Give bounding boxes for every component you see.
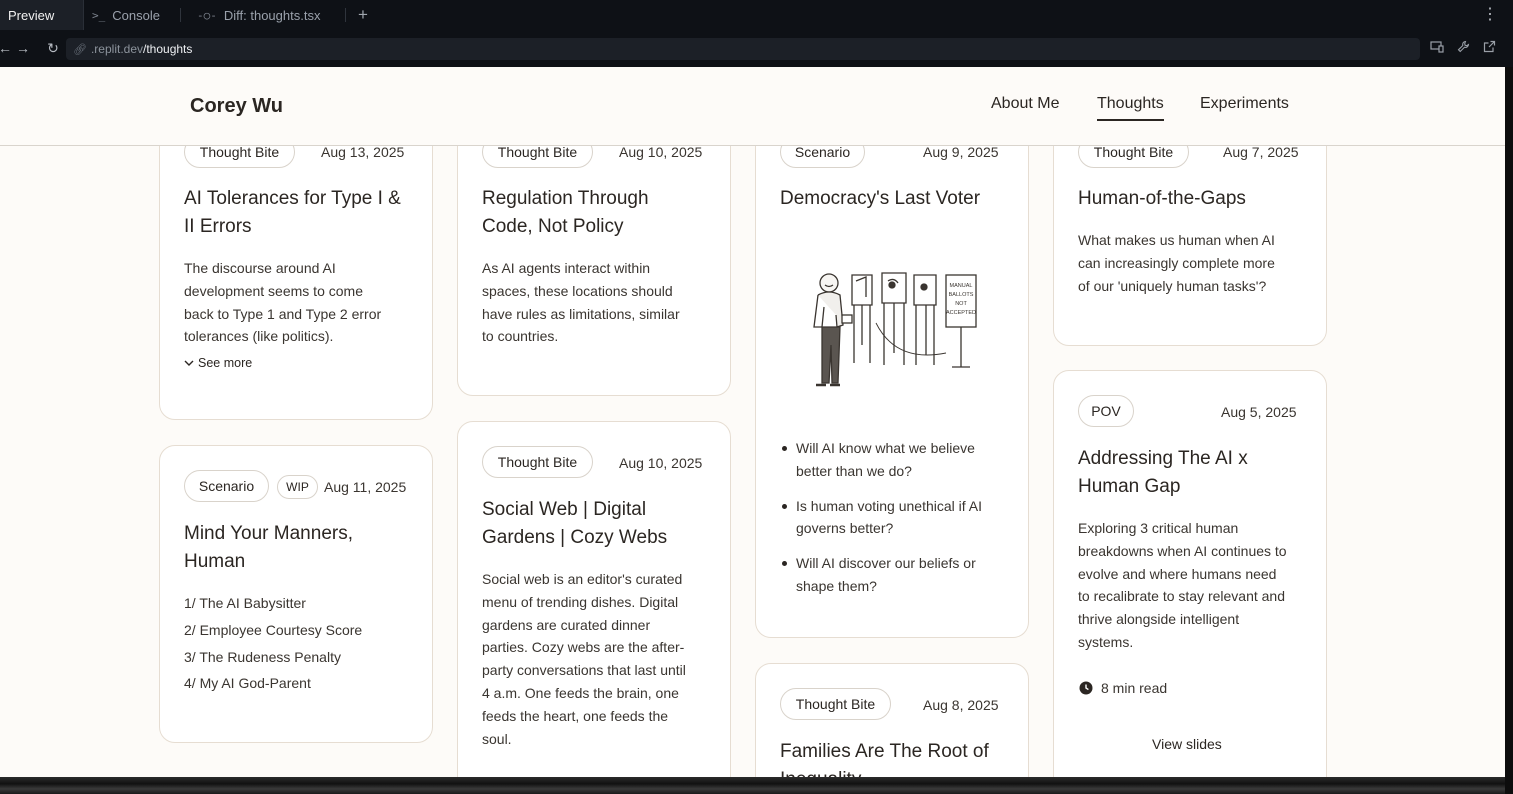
sign-text: MANUAL	[950, 283, 973, 289]
nav-thoughts[interactable]: Thoughts	[1097, 95, 1164, 121]
devices-icon[interactable]	[1429, 40, 1445, 58]
window-edge	[1505, 67, 1513, 794]
category-tag: Thought Bite	[780, 688, 891, 720]
card-title: AI Tolerances for Type I & II Errors	[184, 188, 401, 237]
nav-about-me[interactable]: About Me	[991, 95, 1059, 113]
sign-text: ACCEPTED	[946, 310, 976, 316]
post-date: Aug 10, 2025	[619, 144, 703, 160]
post-date: Aug 7, 2025	[1223, 144, 1299, 160]
ide-tab-bar: Preview >_ Console -○- Diff: thoughts.ts…	[0, 0, 1513, 30]
list-item: 3/ The Rudeness Penalty	[184, 649, 341, 665]
thought-card[interactable]: POV Aug 5, 2025 Addressing The AI x Human…	[1053, 370, 1327, 777]
tab-diff-label: Diff: thoughts.tsx	[223, 7, 321, 23]
tab-console-label: Console	[112, 7, 160, 23]
tab-divider	[180, 8, 181, 22]
list-item: 2/ Employee Courtesy Score	[184, 622, 363, 638]
question-list: Will AI know what we believe better than …	[780, 437, 1020, 610]
post-date: Aug 11, 2025	[324, 479, 407, 495]
voting-illustration: MANUAL BALLOTS NOT ACCEPTED	[813, 272, 977, 387]
card-title: Families Are The Root ofInequality	[780, 741, 989, 777]
card-excerpt: Social web is an editor's curated menu of…	[482, 571, 686, 747]
read-time-label: 8 min read	[1101, 680, 1168, 696]
refresh-icon[interactable]: ↻	[44, 38, 62, 58]
thought-card[interactable]: Scenario WIP Aug 11, 2025 Mind Your Mann…	[159, 445, 433, 743]
tab-diff[interactable]: -○- Diff: thoughts.tsx	[197, 0, 342, 30]
tab-preview-label: Preview	[8, 7, 55, 23]
card-title: Mind Your Manners, Human	[184, 523, 353, 572]
thought-card[interactable]: Scenario Aug 9, 2025 Democracy's Last Vo…	[755, 114, 1029, 638]
wrench-icon[interactable]	[1455, 40, 1471, 58]
card-title: Addressing The AI x Human Gap	[1078, 448, 1248, 497]
chevron-down-icon	[184, 360, 194, 366]
post-date: Aug 10, 2025	[619, 455, 703, 471]
tab-preview[interactable]: Preview	[0, 0, 84, 30]
post-date: Aug 13, 2025	[321, 144, 405, 160]
more-vertical-icon[interactable]: ⋮	[1482, 5, 1498, 25]
card-excerpt: What makes us human when AI can increasin…	[1078, 232, 1275, 294]
preview-viewport: Corey Wu About Me Thoughts Experiments T…	[0, 67, 1505, 777]
thought-card[interactable]: Thought Bite Aug 10, 2025 Social Web | D…	[457, 421, 731, 777]
card-excerpt: Exploring 3 critical human breakdowns whe…	[1078, 520, 1287, 650]
read-time: 8 min read	[1079, 680, 1167, 696]
see-more-button[interactable]: See more	[184, 356, 252, 370]
nav-experiments[interactable]: Experiments	[1200, 95, 1289, 113]
list-item: Will AI discover our beliefs or shape the…	[780, 552, 1020, 598]
card-title: Regulation Through Code, Not Policy	[482, 188, 649, 237]
category-tag: Thought Bite	[482, 446, 593, 478]
post-date: Aug 9, 2025	[923, 144, 999, 160]
card-title: Democracy's Last Voter	[780, 188, 981, 209]
thought-card[interactable]: Thought Bite Aug 13, 2025 AI Tolerances …	[159, 114, 433, 420]
list-item: Will AI know what we believe better than …	[780, 437, 1020, 483]
thought-card[interactable]: Thought Bite Aug 7, 2025 Human-of-the-Ga…	[1053, 114, 1327, 346]
forward-arrow-icon[interactable]: →	[14, 38, 32, 58]
clock-icon	[1079, 681, 1093, 695]
diff-icon: -○-	[197, 8, 217, 22]
console-icon: >_	[92, 8, 106, 22]
thought-card[interactable]: Thought Bite Aug 8, 2025 Families Are Th…	[755, 663, 1029, 777]
list-item: Is human voting unethical if AI governs b…	[780, 495, 1020, 541]
category-tag: POV	[1078, 395, 1134, 427]
list-item: 4/ My AI God-Parent	[184, 675, 311, 691]
url-path: /thoughts	[143, 42, 193, 56]
see-more-label: See more	[198, 356, 253, 370]
back-arrow-icon[interactable]: ←	[0, 38, 14, 58]
url-host: .replit.dev	[90, 42, 143, 56]
external-link-icon[interactable]	[1481, 40, 1497, 58]
card-title: Human-of-the-Gaps	[1078, 188, 1246, 209]
address-bar: ← → ↻ 🔗︎ .replit.dev/thoughts	[0, 30, 1513, 67]
new-tab-plus-icon[interactable]: +	[355, 5, 371, 25]
card-excerpt: As AI agents interact within spaces, thes…	[482, 260, 680, 345]
url-input[interactable]: 🔗︎ .replit.dev/thoughts	[66, 38, 1420, 60]
card-excerpt: The discourse around AI development seems…	[184, 260, 382, 345]
thought-card[interactable]: Thought Bite Aug 10, 2025 Regulation Thr…	[457, 114, 731, 396]
link-icon: 🔗︎	[73, 43, 87, 56]
category-tag: Scenario	[184, 470, 269, 502]
card-title: Social Web | Digital Gardens | Cozy Webs	[482, 499, 668, 548]
post-date: Aug 8, 2025	[923, 697, 999, 713]
tab-console[interactable]: >_ Console	[92, 0, 172, 30]
site-header: Corey Wu About Me Thoughts Experiments	[0, 67, 1505, 146]
sign-text: BALLOTS	[949, 292, 974, 298]
list-item: 1/ The AI Babysitter	[184, 595, 306, 611]
site-name[interactable]: Corey Wu	[190, 95, 283, 118]
desktop-background	[0, 777, 1505, 794]
post-date: Aug 5, 2025	[1221, 404, 1297, 420]
view-slides-button[interactable]: View slides	[1152, 736, 1222, 752]
wip-badge: WIP	[277, 475, 318, 499]
tab-divider	[345, 8, 346, 22]
sign-text: NOT	[955, 301, 967, 307]
